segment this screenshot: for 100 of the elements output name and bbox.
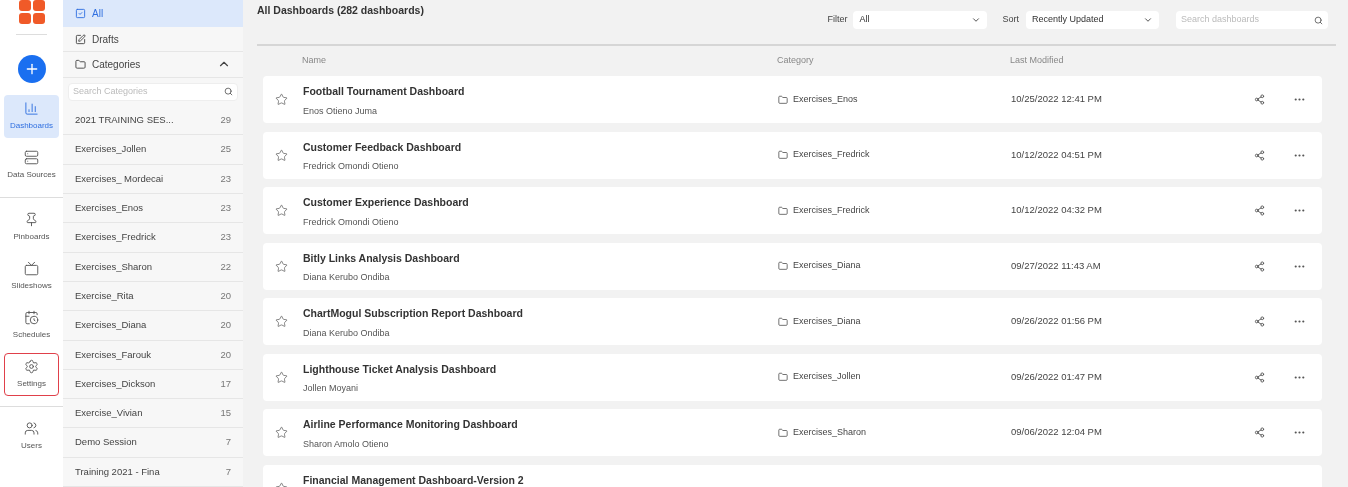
search-icon (224, 87, 233, 97)
modified-date: 09/06/2022 12:04 PM (1011, 425, 1103, 440)
category-item[interactable]: Exercises_Farouk 20 (63, 340, 243, 370)
dashboard-title: Customer Feedback Dashboard (303, 139, 463, 155)
dashboard-title: Airline Performance Monitoring Dashboard (303, 417, 519, 432)
dashboard-title: Lighthouse Ticket Analysis Dashboard (303, 361, 498, 377)
category-item[interactable]: Exercises_Diana 20 (63, 311, 243, 341)
category-item[interactable]: Exercises_Enos 23 (63, 194, 243, 224)
server-icon (24, 150, 39, 165)
dashboard-search-input[interactable]: Search dashboards (1181, 13, 1314, 27)
dashboard-row[interactable]: Financial Management Dashboard-Version 2 (263, 464, 1322, 487)
folder-icon (778, 150, 788, 160)
author-name: Enos Otieno Juma (303, 104, 379, 118)
share-icon (1253, 149, 1265, 161)
author-name: Fredrick Omondi Otieno (303, 215, 400, 229)
dashboard-title: ChartMogul Subscription Report Dashboard (303, 306, 524, 321)
nav-item[interactable]: Pinboards (4, 206, 59, 249)
filter-label: Filter (827, 13, 848, 27)
dashboard-row[interactable]: Customer Experience Dashboard Fredrick Omondi Otieno Exercises_Fredrick 10/12/2022 04:32 PM (263, 187, 1322, 234)
nav-item[interactable]: Users (4, 415, 59, 458)
category-name: Exercises_Fredrick (793, 148, 870, 162)
dashboard-title: Customer Experience Dashboard (303, 195, 470, 210)
column-header: Name (302, 54, 327, 68)
drafts-item[interactable]: Drafts (63, 26, 243, 53)
share-icon (1253, 427, 1265, 438)
category-name: Exercises_Diana (793, 314, 861, 328)
filter-dropdown[interactable]: All (853, 11, 988, 29)
category-item[interactable]: Exercises_Dickson 17 (63, 369, 243, 400)
category-item[interactable]: 2021 TRAINING SES... 29 (63, 106, 243, 136)
folder-icon (778, 316, 788, 327)
category-name: Exercises_Jollen (793, 370, 861, 384)
share-icon (1253, 316, 1265, 327)
star-icon (275, 148, 288, 162)
dashboard-row[interactable]: Airline Performance Monitoring Dashboard Sharon Amolo Otieno Exercises_Sharon 09/06/2022 12:04 PM (263, 409, 1322, 456)
dashboard-title: Financial Management Dashboard-Version 2 (303, 472, 525, 487)
category-name: Exercises_Diana (793, 259, 861, 273)
folder-icon (778, 261, 788, 271)
edit-icon (75, 33, 86, 45)
star-icon (275, 426, 288, 439)
nav-item[interactable]: Slideshows (4, 255, 59, 298)
sort-dropdown[interactable]: Recently Updated (1026, 11, 1159, 29)
column-header: Category (777, 54, 815, 68)
author-name: Diana Kerubo Ondiba (303, 326, 391, 340)
dashboard-title: Football Tournament Dashboard (303, 84, 466, 99)
pin-icon (24, 212, 39, 227)
dashboard-row[interactable]: Lighthouse Ticket Analysis Dashboard Jollen Moyani Exercises_Jollen 09/26/2022 01:47 PM (263, 353, 1322, 401)
category-item[interactable]: Exercise_Vivian 15 (63, 399, 243, 429)
category-name: Exercises_Sharon (793, 425, 867, 439)
category-name: Exercises_Enos (793, 92, 858, 106)
modified-date: 09/26/2022 01:56 PM (1011, 314, 1103, 329)
add-button[interactable] (17, 55, 46, 83)
share-icon (1253, 94, 1265, 105)
all-item[interactable]: All (63, 0, 243, 27)
folder-icon (778, 94, 788, 105)
page-title: All Dashboards (282 dashboards) (257, 3, 424, 18)
author-name: Sharon Amolo Otieno (303, 437, 390, 451)
settings-icon (24, 359, 39, 374)
share-icon (1253, 260, 1265, 272)
dashboard-row[interactable]: Bitly Links Analysis Dashboard Diana Kerubo Ondiba Exercises_Diana 09/27/2022 11:43 AM (263, 242, 1322, 290)
category-item[interactable]: Demo Session 7 (63, 428, 243, 458)
star-icon (275, 204, 288, 217)
dashboard-row[interactable]: Customer Feedback Dashboard Fredrick Omondi Otieno Exercises_Fredrick 10/12/2022 04:51 PM (263, 131, 1322, 179)
category-item[interactable]: Exercises_Jollen 25 (63, 135, 243, 165)
modified-date: 09/26/2022 01:47 PM (1011, 369, 1103, 384)
sort-label: Sort (1002, 13, 1019, 27)
dashboard-search-field[interactable]: Search dashboards (1176, 11, 1328, 29)
folder-icon (778, 205, 788, 216)
dashboard-row[interactable]: Football Tournament Dashboard Enos Otieno Juma Exercises_Enos 10/25/2022 12:41 PM (263, 76, 1322, 123)
author-name: Jollen Moyani (303, 382, 360, 396)
category-name: Exercises_Fredrick (793, 203, 870, 217)
star-icon (275, 370, 288, 384)
star-icon (275, 315, 288, 328)
dashboard-title: Bitly Links Analysis Dashboard (303, 250, 461, 266)
category-item[interactable]: Exercises_Fredrick 23 (63, 223, 243, 253)
category-item[interactable]: Exercises_ Mordecai 23 (63, 164, 243, 195)
category-search-input[interactable]: Search Categories (73, 85, 224, 99)
share-icon (1253, 205, 1265, 216)
author-name: Fredrick Omondi Otieno (303, 160, 400, 174)
nav-item[interactable]: Schedules (4, 304, 59, 347)
users-icon (24, 421, 39, 436)
search-icon (1314, 15, 1323, 25)
folder-icon (778, 427, 788, 438)
category-item[interactable]: Exercise_Rita 20 (63, 281, 243, 312)
nav-item[interactable]: Settings (4, 353, 59, 396)
star-icon (275, 93, 288, 106)
category-item[interactable]: Training 2021 - Fina 7 (63, 457, 243, 487)
bar-chart-icon (24, 101, 39, 116)
category-item[interactable]: Exercises_Sharon 22 (63, 252, 243, 282)
nav-item[interactable]: Data Sources (4, 144, 59, 187)
modified-date: 09/27/2022 11:43 AM (1011, 258, 1102, 273)
dashboard-row[interactable]: ChartMogul Subscription Report Dashboard Diana Kerubo Ondiba Exercises_Diana 09/26/2022 01:56 PM (263, 298, 1322, 345)
nav-item[interactable]: Dashboards (4, 95, 59, 138)
chevron-down-icon (971, 15, 982, 25)
category-search-field[interactable]: Search Categories (68, 82, 238, 102)
chevron-down-icon (1143, 15, 1153, 25)
categories-toggle[interactable]: Categories (63, 52, 243, 78)
checkbox-icon (75, 7, 86, 19)
folder-icon (75, 58, 86, 70)
calendar-clock-icon (24, 310, 39, 325)
share-icon (1253, 371, 1265, 383)
